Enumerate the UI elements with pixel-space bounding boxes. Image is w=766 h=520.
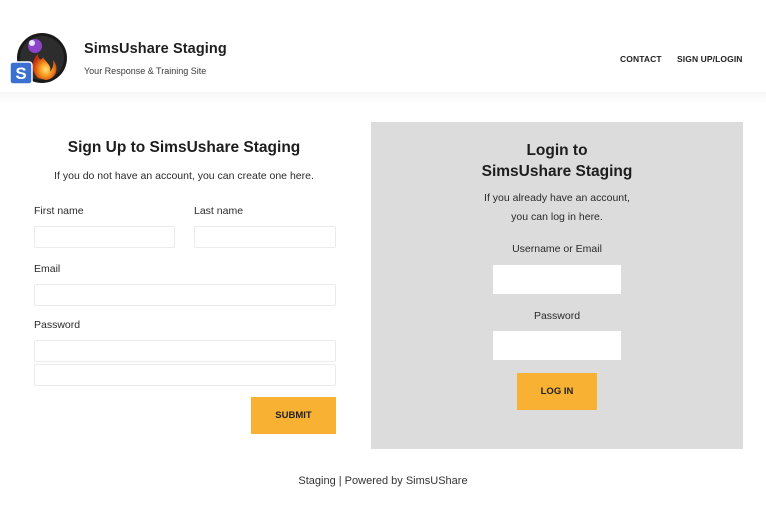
footer-text: Staging | Powered by SimsUShare	[298, 475, 468, 487]
first-name-label: First name	[34, 205, 84, 217]
username-label: Username or Email	[512, 243, 602, 255]
login-subtitle-line2: you can log in here.	[511, 211, 603, 223]
password-field[interactable]	[34, 340, 336, 362]
login-subtitle: If you already have an account, you can …	[371, 189, 743, 227]
email-field[interactable]	[34, 284, 336, 306]
login-button[interactable]: LOG IN	[517, 373, 597, 410]
site-title[interactable]: SimsUshare Staging	[84, 41, 227, 57]
site-tagline: Your Response & Training Site	[84, 66, 207, 76]
login-title: Login to SimsUshare Staging	[371, 140, 743, 182]
logo-badge-letter: S	[15, 64, 26, 83]
login-subtitle-line1: If you already have an account,	[484, 192, 630, 204]
login-panel: Login to SimsUshare Staging If you alrea…	[371, 122, 743, 449]
signup-subtitle: If you do not have an account, you can c…	[54, 170, 314, 182]
login-title-line1: Login to	[526, 142, 588, 159]
login-title-line2: SimsUshare Staging	[481, 163, 633, 180]
submit-button[interactable]: SUBMIT	[251, 397, 336, 434]
password-label: Password	[34, 319, 81, 331]
header-divider	[0, 92, 766, 104]
signup-title: Sign Up to SimsUshare Staging	[67, 139, 301, 156]
last-name-label: Last name	[194, 205, 244, 217]
site-header: S SimsUshare Staging Your Response & Tra…	[0, 0, 766, 96]
login-password-label: Password	[533, 310, 581, 322]
email-label: Email	[34, 263, 61, 275]
nav-link-signup-login[interactable]: SIGN UP/LOGIN	[677, 54, 743, 64]
username-field[interactable]	[493, 265, 621, 294]
simsushare-logo-icon[interactable]: S	[8, 30, 70, 86]
first-name-field[interactable]	[34, 226, 175, 248]
password-confirm-field[interactable]	[34, 364, 336, 386]
login-password-field[interactable]	[493, 331, 621, 360]
nav-link-contact[interactable]: CONTACT	[620, 54, 662, 64]
last-name-field[interactable]	[194, 226, 336, 248]
